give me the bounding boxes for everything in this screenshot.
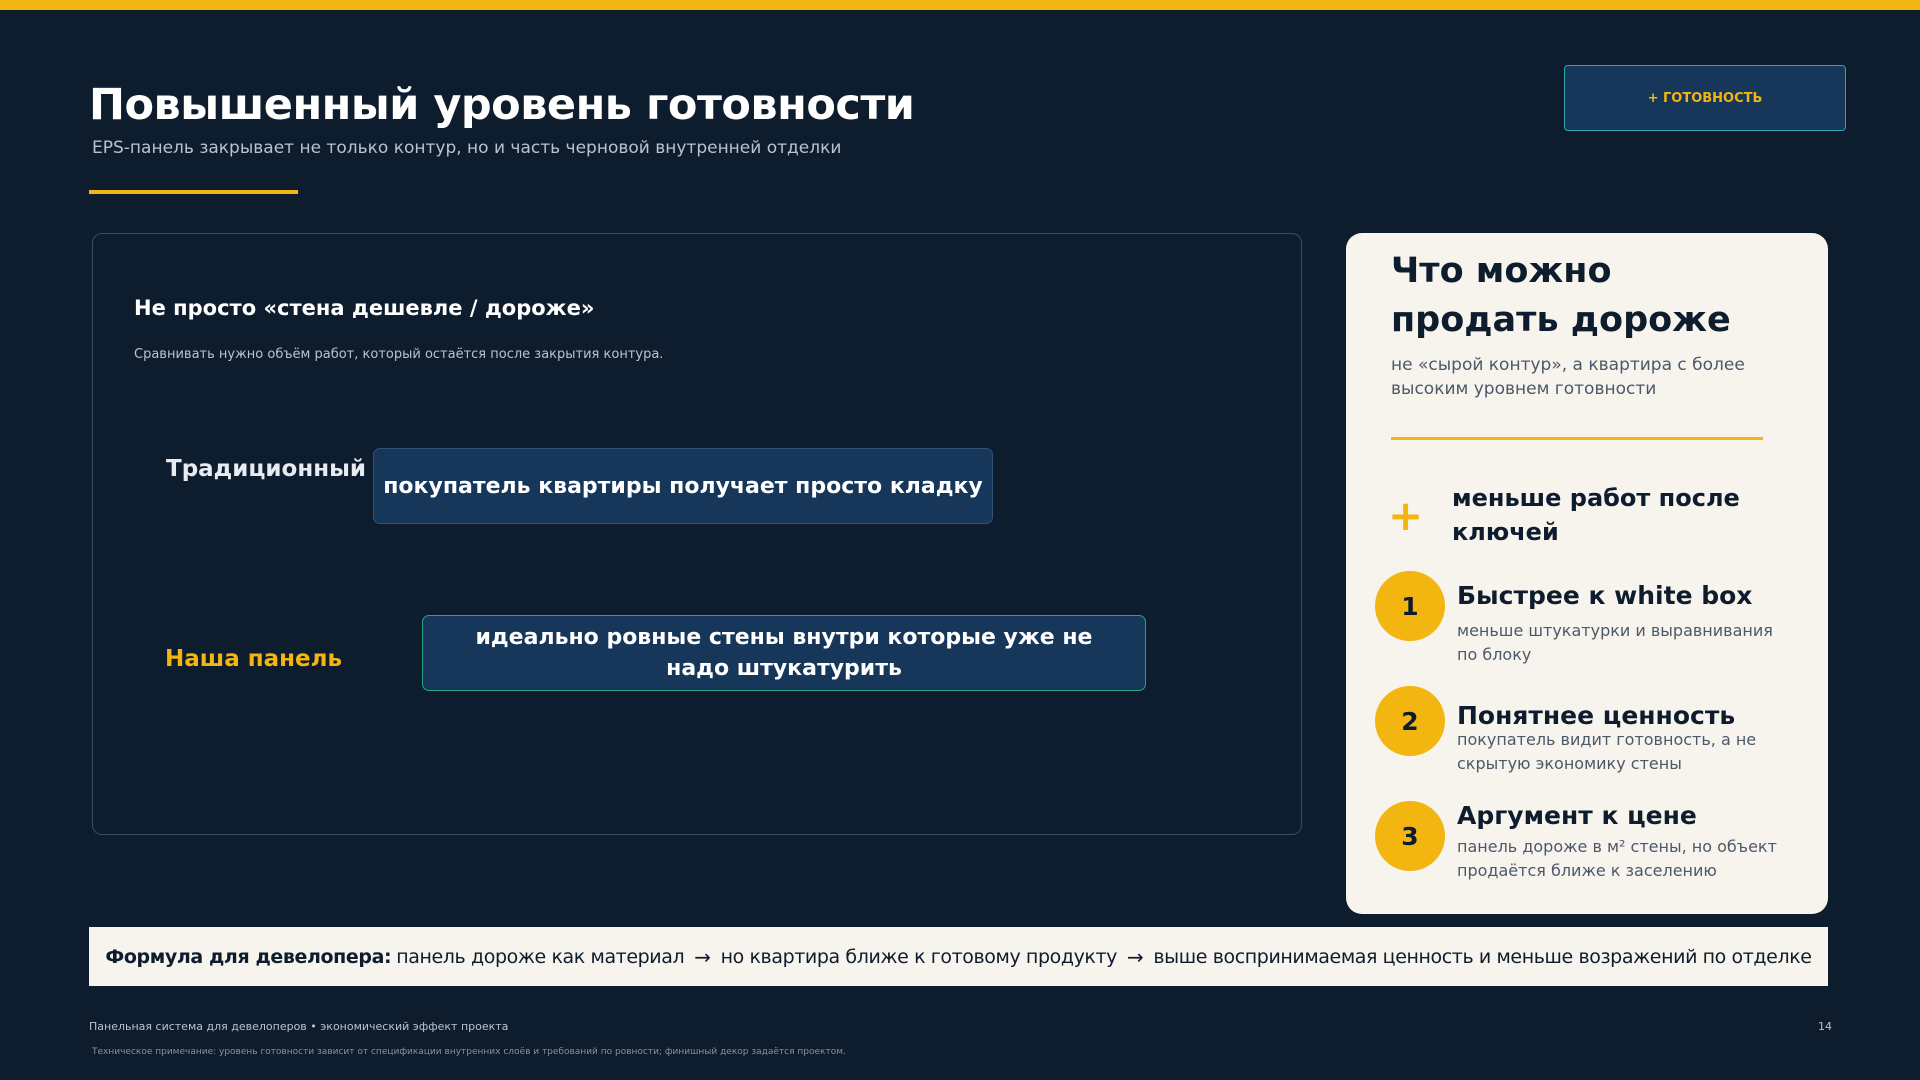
sell-higher-card: Что можно продать дороже не «сырой конту… bbox=[1346, 233, 1828, 914]
our-panel-pill: идеально ровные стены внутри которые уже… bbox=[422, 615, 1146, 691]
page-subtitle: EPS-панель закрывает не только контур, н… bbox=[92, 138, 842, 158]
formula-part: но квартира ближе к готовому продукту bbox=[720, 945, 1118, 968]
item-number-badge: 1 bbox=[1375, 571, 1445, 641]
page-number: 14 bbox=[1818, 1020, 1832, 1033]
item-description: панель дороже в м² стены, но объект прод… bbox=[1457, 837, 1777, 880]
title-underline bbox=[89, 190, 298, 194]
top-accent-bar bbox=[0, 0, 1920, 10]
plus-benefit-text: меньше работ после ключей bbox=[1452, 484, 1740, 546]
sell-higher-title: Что можно продать дороже bbox=[1391, 251, 1731, 340]
footer-caption: Панельная система для девелоперов • экон… bbox=[89, 1020, 509, 1033]
comparison-subheading: Сравнивать нужно объём работ, который ос… bbox=[134, 347, 664, 362]
arrow-right-icon: → bbox=[694, 944, 711, 969]
traditional-block-pill: покупатель квартиры получает просто клад… bbox=[373, 448, 993, 524]
formula-lead: Формула для девелопера: bbox=[105, 945, 392, 968]
comparison-panel: Не просто «стена дешевле / дороже» Сравн… bbox=[92, 233, 1302, 835]
item-description: меньше штукатурки и выравнивания по блок… bbox=[1457, 621, 1773, 664]
developer-formula-bar: Формула для девелопера: панель дороже ка… bbox=[89, 927, 1828, 986]
formula-part: выше воспринимаемая ценность и меньше во… bbox=[1153, 945, 1812, 968]
sell-higher-divider bbox=[1391, 437, 1763, 440]
item-title: Аргумент к цене bbox=[1457, 801, 1697, 830]
plus-icon: + bbox=[1388, 491, 1424, 540]
formula-part: панель дороже как материал bbox=[396, 945, 685, 968]
item-number-badge: 2 bbox=[1375, 686, 1445, 756]
item-title: Быстрее к white box bbox=[1457, 581, 1753, 610]
sell-higher-subtitle: не «сырой контур», а квартира с более вы… bbox=[1391, 355, 1745, 399]
page-title: Повышенный уровень готовности bbox=[89, 80, 915, 130]
arrow-right-icon: → bbox=[1127, 944, 1144, 969]
item-number-badge: 3 bbox=[1375, 801, 1445, 871]
comparison-heading: Не просто «стена дешевле / дороже» bbox=[134, 296, 595, 320]
our-panel-label: Наша панель bbox=[165, 646, 343, 672]
item-description: покупатель видит готовность, а не скрыту… bbox=[1457, 730, 1757, 773]
readiness-badge: + ГОТОВНОСТЬ bbox=[1564, 65, 1846, 131]
technical-note: Техническое примечание: уровень готовнос… bbox=[92, 1047, 846, 1057]
item-title: Понятнее ценность bbox=[1457, 701, 1736, 730]
